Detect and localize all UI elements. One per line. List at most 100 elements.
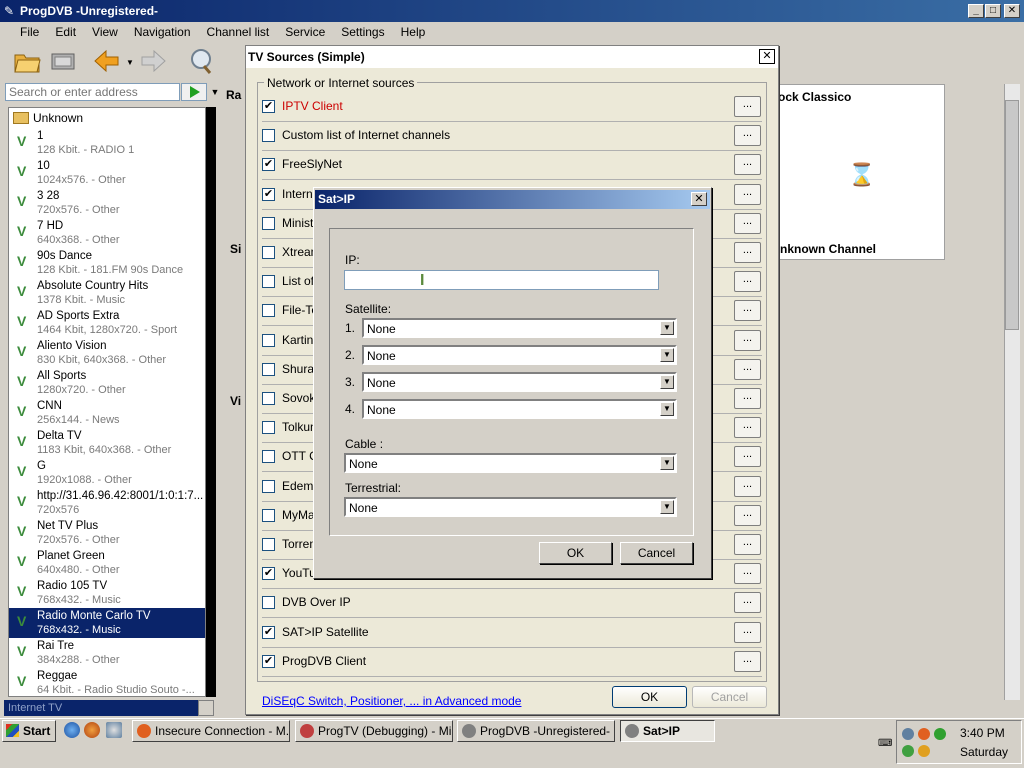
source-settings-button[interactable]: ...: [734, 505, 761, 526]
source-settings-button[interactable]: ...: [734, 154, 761, 175]
channel-row[interactable]: V Net TV Plus 720x576. - Other: [9, 518, 205, 548]
satip-close-icon[interactable]: ✕: [691, 192, 707, 206]
tv-sources-cancel-button[interactable]: Cancel: [692, 686, 767, 708]
source-label[interactable]: Edem: [282, 479, 313, 493]
task-progtv[interactable]: ProgTV (Debugging) - Mi...: [295, 720, 453, 742]
source-label[interactable]: Custom list of Internet channels: [282, 128, 450, 142]
channel-row[interactable]: V Planet Green 640x480. - Other: [9, 548, 205, 578]
source-label[interactable]: Tolkun: [282, 420, 317, 434]
source-checkbox[interactable]: [262, 392, 275, 405]
film-icon[interactable]: [48, 46, 78, 76]
source-settings-button[interactable]: ...: [734, 213, 761, 234]
channel-row[interactable]: V Delta TV 1183 Kbit, 640x368. - Other: [9, 428, 205, 458]
source-settings-button[interactable]: ...: [734, 446, 761, 467]
ie-icon[interactable]: [64, 722, 80, 738]
menu-edit[interactable]: Edit: [47, 25, 84, 39]
list-view-icon[interactable]: [198, 700, 214, 716]
back-arrow-icon[interactable]: [92, 46, 122, 76]
channel-row[interactable]: V Absolute Country Hits 1378 Kbit. - Music: [9, 278, 205, 308]
task-progdvb[interactable]: ProgDVB -Unregistered-: [457, 720, 615, 742]
maximize-button[interactable]: □: [985, 4, 1001, 18]
firefox-icon[interactable]: [84, 722, 100, 738]
source-checkbox[interactable]: [262, 217, 275, 230]
source-settings-button[interactable]: ...: [734, 184, 761, 205]
search-icon[interactable]: [918, 745, 930, 757]
source-settings-button[interactable]: ...: [734, 592, 761, 613]
source-checkbox[interactable]: [262, 450, 275, 463]
advanced-mode-link[interactable]: DiSEqC Switch, Positioner, ... in Advanc…: [262, 694, 521, 708]
satellite-combo[interactable]: None ▼: [362, 318, 677, 338]
satip-title[interactable]: Sat>IP: [315, 190, 710, 209]
chevron-down-icon[interactable]: ▼: [660, 456, 674, 470]
source-label[interactable]: Torren: [282, 537, 316, 551]
tv-sources-close-icon[interactable]: ✕: [759, 49, 775, 64]
satellite-combo[interactable]: None ▼: [362, 345, 677, 365]
satip-cancel-button[interactable]: Cancel: [620, 542, 693, 564]
menu-service[interactable]: Service: [277, 25, 333, 39]
satellite-combo[interactable]: None ▼: [362, 372, 677, 392]
channel-row[interactable]: Vhttp://31.46.96.42:8001/1:0:1:7... 720x5…: [9, 488, 205, 518]
source-label[interactable]: FreeSlyNet: [282, 157, 342, 171]
minimize-button[interactable]: _: [968, 4, 984, 18]
source-label[interactable]: DVB Over IP: [282, 595, 351, 609]
channel-row[interactable]: V G 1920x1088. - Other: [9, 458, 205, 488]
menu-help[interactable]: Help: [393, 25, 434, 39]
source-checkbox[interactable]: [262, 480, 275, 493]
security-icon[interactable]: [902, 745, 914, 757]
address-go-button[interactable]: [181, 83, 207, 101]
source-checkbox[interactable]: [262, 363, 275, 376]
channel-row[interactable]: V 10 1024x576. - Other: [9, 158, 205, 188]
source-label[interactable]: Shura: [282, 362, 314, 376]
channel-group-header[interactable]: Unknown: [9, 108, 205, 128]
scan-magnifier-icon[interactable]: [186, 46, 216, 76]
source-label[interactable]: Sovok: [282, 391, 315, 405]
menu-settings[interactable]: Settings: [333, 25, 392, 39]
clock-time[interactable]: 3:40 PM: [960, 726, 1005, 740]
source-checkbox[interactable]: [262, 538, 275, 551]
task-firefox[interactable]: Insecure Connection - M...: [132, 720, 290, 742]
source-label[interactable]: IPTV Client: [282, 99, 343, 113]
source-settings-button[interactable]: ...: [734, 330, 761, 351]
terrestrial-combo[interactable]: None ▼: [344, 497, 677, 517]
chevron-down-icon[interactable]: ▼: [660, 348, 674, 362]
source-settings-button[interactable]: ...: [734, 125, 761, 146]
cable-combo[interactable]: None ▼: [344, 453, 677, 473]
chevron-down-icon[interactable]: ▼: [660, 500, 674, 514]
address-input[interactable]: [5, 83, 180, 101]
source-checkbox[interactable]: ✔: [262, 655, 275, 668]
channel-row[interactable]: V All Sports 1280x720. - Other: [9, 368, 205, 398]
source-checkbox[interactable]: [262, 246, 275, 259]
forward-arrow-icon[interactable]: [138, 46, 168, 76]
source-checkbox[interactable]: [262, 334, 275, 347]
source-label[interactable]: List of: [282, 274, 314, 288]
open-folder-icon[interactable]: [12, 46, 42, 76]
channel-row[interactable]: V 7 HD 640x368. - Other: [9, 218, 205, 248]
source-checkbox[interactable]: [262, 596, 275, 609]
source-settings-button[interactable]: ...: [734, 651, 761, 672]
source-checkbox[interactable]: ✔: [262, 158, 275, 171]
chevron-down-icon[interactable]: ▼: [660, 402, 674, 416]
source-settings-button[interactable]: ...: [734, 622, 761, 643]
source-settings-button[interactable]: ...: [734, 388, 761, 409]
tv-sources-ok-button[interactable]: OK: [612, 686, 687, 708]
source-settings-button[interactable]: ...: [734, 359, 761, 380]
source-checkbox[interactable]: [262, 509, 275, 522]
menu-channel-list[interactable]: Channel list: [199, 25, 278, 39]
main-title-bar[interactable]: ProgDVB -Unregistered-: [0, 0, 1024, 22]
satip-ok-button[interactable]: OK: [539, 542, 612, 564]
close-button[interactable]: ✕: [1004, 4, 1020, 18]
source-checkbox[interactable]: ✔: [262, 567, 275, 580]
channel-row[interactable]: V Rai Tre 384x288. - Other: [9, 638, 205, 668]
source-settings-button[interactable]: ...: [734, 534, 761, 555]
source-checkbox[interactable]: [262, 275, 275, 288]
source-checkbox[interactable]: [262, 129, 275, 142]
channel-row[interactable]: V 3 28 720x576. - Other: [9, 188, 205, 218]
progdvb-tray-icon[interactable]: [918, 728, 930, 740]
ip-input[interactable]: [344, 270, 659, 290]
menu-file[interactable]: File: [12, 25, 47, 39]
source-label[interactable]: ProgDVB Client: [282, 654, 366, 668]
source-checkbox[interactable]: [262, 304, 275, 317]
tv-sources-title[interactable]: TV Sources (Simple): [246, 46, 778, 68]
source-checkbox[interactable]: ✔: [262, 188, 275, 201]
task-satip[interactable]: Sat>IP: [620, 720, 715, 742]
